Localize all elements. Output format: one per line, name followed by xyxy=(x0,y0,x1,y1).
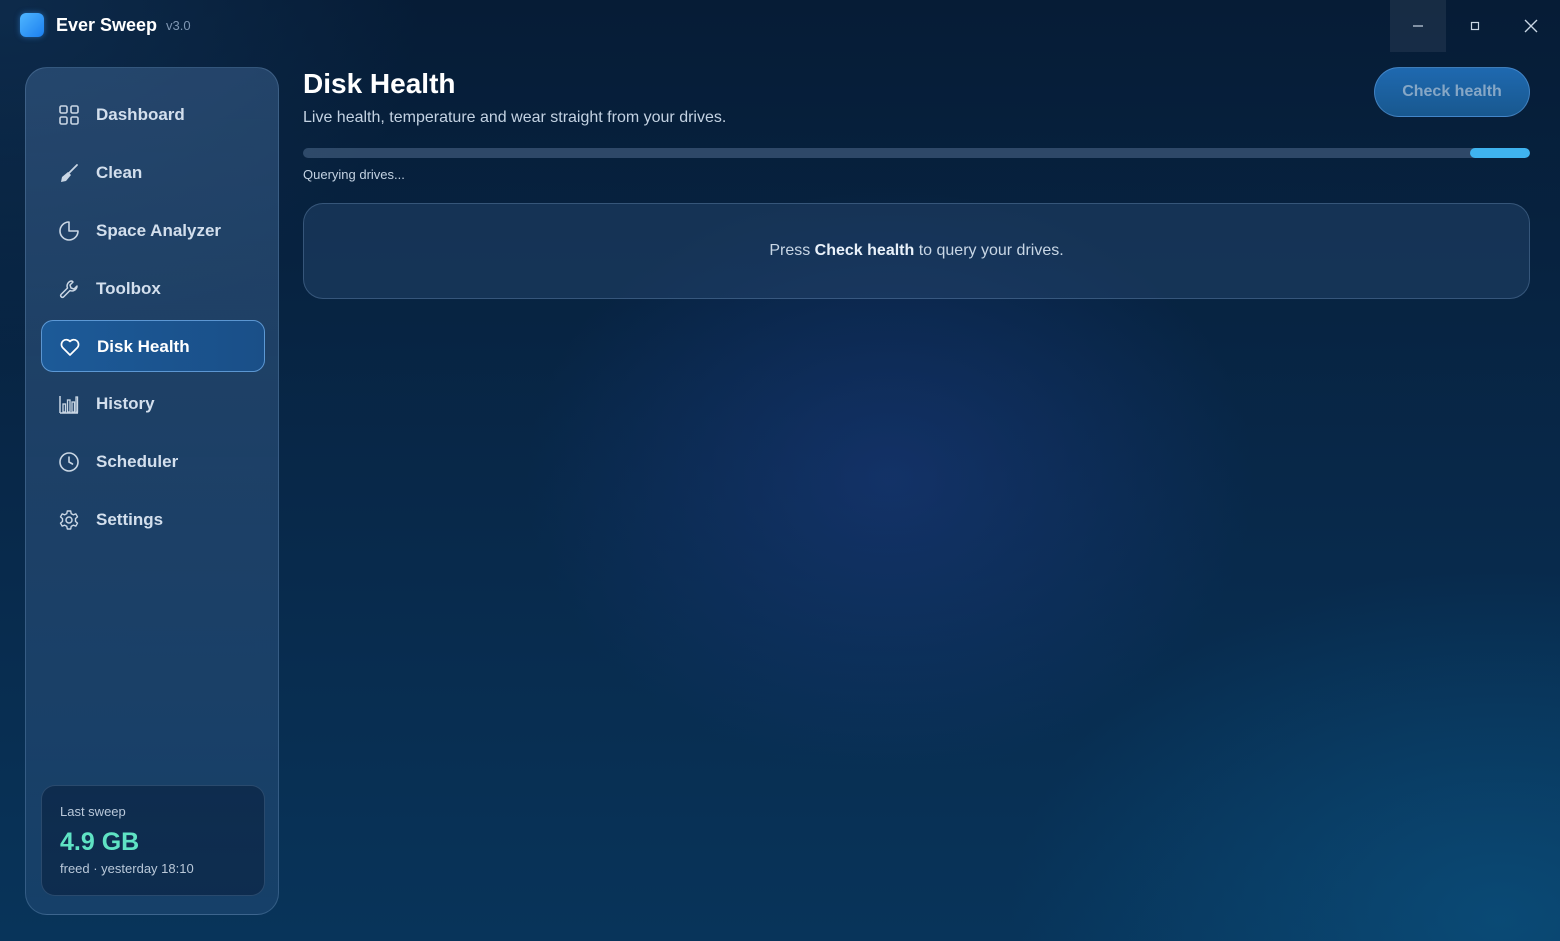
app-version: v3.0 xyxy=(166,18,191,33)
maximize-button[interactable] xyxy=(1447,0,1503,52)
sidebar-item-label: Settings xyxy=(96,510,164,529)
sidebar-item-label: History xyxy=(96,394,155,413)
sidebar-item-space-analyzer[interactable]: Space Analyzer xyxy=(41,205,265,257)
app-logo-icon xyxy=(20,13,44,37)
sidebar-item-label: Space Analyzer xyxy=(96,221,222,240)
empty-state-emphasis: Check health xyxy=(814,242,915,259)
last-sweep-card: Last sweep 4.9 GB freed · yesterday 18:1… xyxy=(41,785,265,896)
close-icon xyxy=(1524,19,1538,33)
sidebar-item-disk-health[interactable]: Disk Health xyxy=(41,320,265,372)
wrench-icon xyxy=(59,280,78,299)
sidebar-item-settings[interactable]: Settings xyxy=(41,494,265,546)
sidebar: Dashboard Clean Space Analyzer Toolbox D… xyxy=(25,67,279,915)
page-subtitle: Live health, temperature and wear straig… xyxy=(303,109,727,126)
empty-state-card: Press Check health to query your drives. xyxy=(303,203,1530,299)
empty-state-message: Press Check health to query your drives. xyxy=(769,242,1063,260)
grid-icon xyxy=(59,105,79,125)
title-bar: Ever Sweep v3.0 xyxy=(0,0,1560,52)
empty-state-suffix: to query your drives. xyxy=(914,242,1064,259)
broom-icon xyxy=(61,164,78,182)
check-health-button[interactable]: Check health xyxy=(1374,67,1530,117)
maximize-icon xyxy=(1470,21,1480,31)
minimize-icon xyxy=(1413,25,1423,27)
gear-icon xyxy=(59,510,79,530)
sidebar-item-label: Clean xyxy=(96,163,143,182)
bar-chart-icon xyxy=(59,396,79,414)
close-button[interactable] xyxy=(1503,0,1559,52)
heart-icon xyxy=(60,338,80,356)
last-sweep-value: 4.9 GB xyxy=(60,828,140,856)
page-title: Disk Health xyxy=(303,68,456,99)
sidebar-item-label: Dashboard xyxy=(96,105,185,124)
last-sweep-detail: freed · yesterday 18:10 xyxy=(60,861,194,876)
sidebar-item-label: Toolbox xyxy=(96,279,161,298)
app-name: Ever Sweep xyxy=(56,15,158,35)
last-sweep-label: Last sweep xyxy=(60,804,126,819)
sidebar-item-toolbox[interactable]: Toolbox xyxy=(41,263,265,315)
empty-state-prefix: Press xyxy=(769,242,815,259)
sidebar-item-clean[interactable]: Clean xyxy=(41,147,265,199)
clock-icon xyxy=(59,452,79,472)
sidebar-item-dashboard[interactable]: Dashboard xyxy=(41,89,265,141)
progress-bar xyxy=(303,148,1530,158)
sidebar-item-scheduler[interactable]: Scheduler xyxy=(41,436,265,488)
progress-status: Querying drives... xyxy=(303,167,405,182)
sidebar-item-label: Scheduler xyxy=(96,452,179,471)
sidebar-item-history[interactable]: History xyxy=(41,378,265,430)
pie-chart-icon xyxy=(59,221,79,241)
minimize-button[interactable] xyxy=(1390,0,1446,52)
progress-indicator xyxy=(1470,148,1530,158)
sidebar-item-label: Disk Health xyxy=(97,337,190,356)
